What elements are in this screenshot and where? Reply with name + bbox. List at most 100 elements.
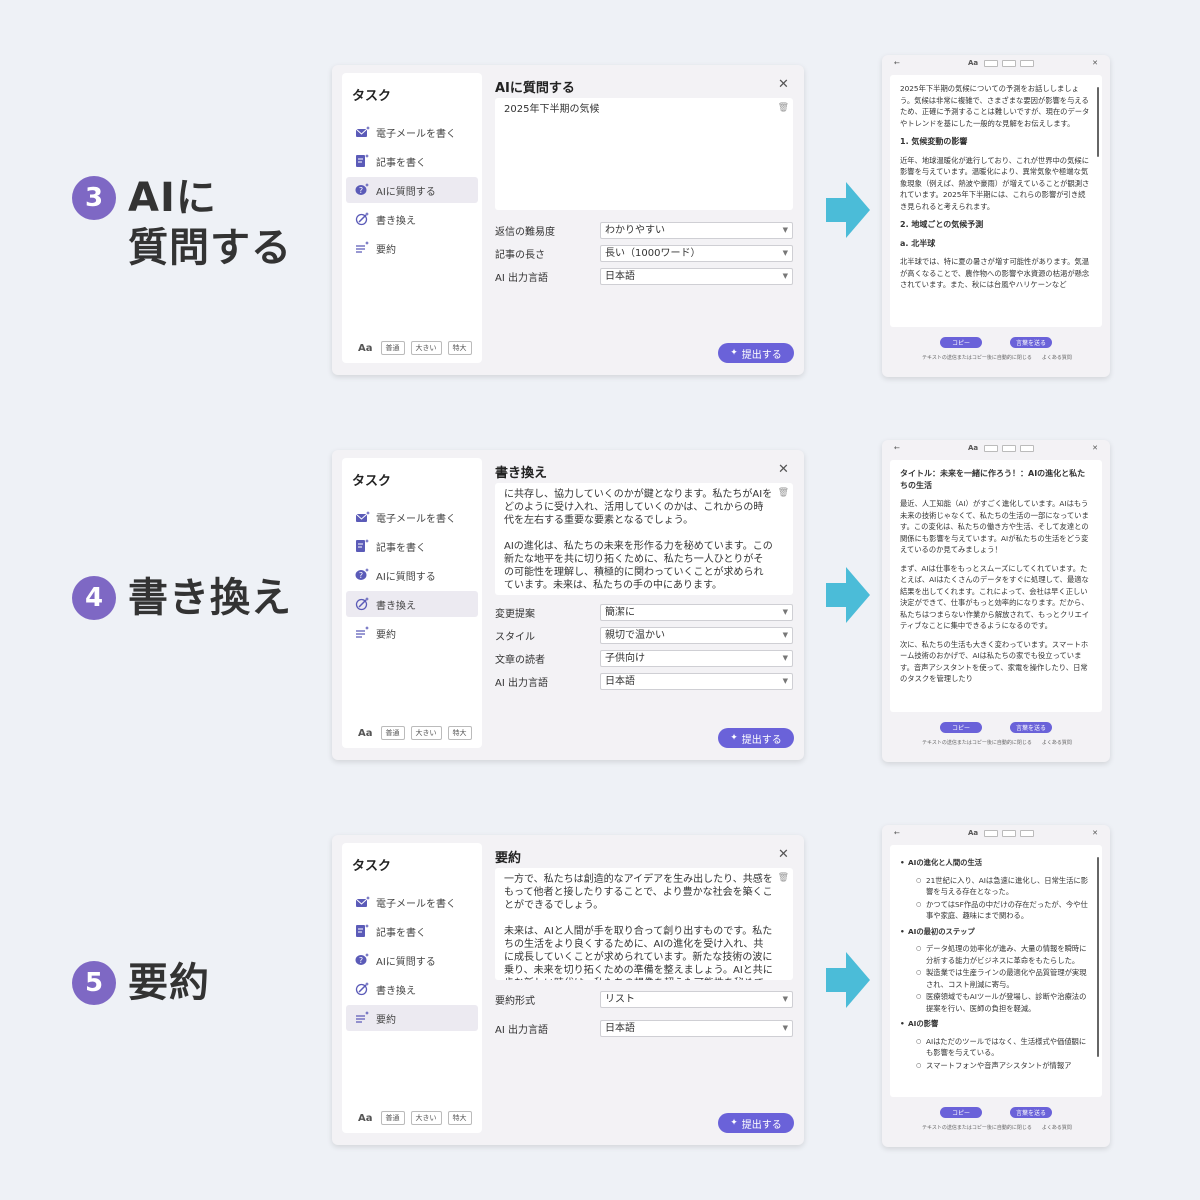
font-size-xlarge-button[interactable]: [1020, 60, 1034, 67]
summary-icon: [354, 1011, 370, 1025]
option-field: 要約形式 リスト ▼: [495, 985, 793, 1014]
font-size-large-button[interactable]: 大きい: [410, 341, 442, 355]
font-size-normal-button[interactable]: 普通: [380, 341, 405, 355]
font-size-normal-button[interactable]: 普通: [380, 1111, 405, 1125]
sidebar-item-rewrite[interactable]: 書き換え: [346, 206, 478, 232]
close-icon[interactable]: ✕: [778, 77, 789, 92]
close-icon[interactable]: ✕: [778, 462, 789, 477]
close-icon[interactable]: ✕: [1092, 59, 1098, 67]
prompt-input[interactable]: 🗑 2025年下半期の気候: [495, 98, 793, 210]
arrow-right-icon: [826, 182, 870, 238]
trash-icon[interactable]: 🗑: [778, 102, 789, 115]
sidebar-item-ask-ai[interactable]: ? AIに質問する: [346, 562, 478, 588]
task-sidebar: タスク 電子メールを書く 記事を書く ? AIに質問する 書き換え 要約 Aa …: [342, 458, 482, 748]
sidebar-item-rewrite[interactable]: 書き換え: [346, 591, 478, 617]
option-select[interactable]: わかりやすい ▼: [600, 222, 793, 239]
option-select[interactable]: 簡潔に ▼: [600, 604, 793, 621]
sidebar-item-email[interactable]: 電子メールを書く: [346, 889, 478, 915]
list-item: AIの進化と人間の生活: [900, 857, 1090, 869]
option-select[interactable]: 親切で温かい ▼: [600, 627, 793, 644]
font-size-normal-button[interactable]: 普通: [380, 726, 405, 740]
back-arrow-icon[interactable]: ←: [894, 59, 900, 67]
submit-button[interactable]: ✦ 提出する: [718, 343, 794, 363]
summary-icon: [354, 626, 370, 640]
font-size-large-button[interactable]: [1002, 445, 1016, 452]
sidebar-item-summary[interactable]: 要約: [346, 235, 478, 261]
sidebar-item-email[interactable]: 電子メールを書く: [346, 504, 478, 530]
scrollbar[interactable]: [1097, 87, 1099, 157]
insert-button[interactable]: 言葉を送る: [1010, 1107, 1052, 1118]
arrow-right-icon: [826, 952, 870, 1008]
font-size-normal-button[interactable]: [984, 445, 998, 452]
result-text: AIの進化と人間の生活 21世紀に入り、AIは急速に進化し、日常生活に影響を与え…: [890, 845, 1102, 1097]
result-actions: コピー 言葉を送る: [882, 337, 1110, 348]
list-item: AIの影響: [900, 1018, 1090, 1030]
source-text-input[interactable]: 🗑 に共存し、協力していくのかが鍵となります。私たちがAIをどのように受け入れ、…: [495, 483, 793, 595]
close-icon[interactable]: ✕: [778, 847, 789, 862]
result-text: 2025年下半期の気候についての予測をお話ししましょう。気候は非常に複雑で、さま…: [890, 75, 1102, 327]
copy-button[interactable]: コピー: [940, 1107, 982, 1118]
option-select[interactable]: 日本語 ▼: [600, 268, 793, 285]
copy-button[interactable]: コピー: [940, 337, 982, 348]
sidebar-item-email[interactable]: 電子メールを書く: [346, 119, 478, 145]
trash-icon[interactable]: 🗑: [778, 487, 789, 500]
source-text-input[interactable]: 🗑 一方で、私たちは創造的なアイデアを生み出したり、共感をもって他者と接したりす…: [495, 868, 793, 980]
back-arrow-icon[interactable]: ←: [894, 444, 900, 452]
font-size-large-button[interactable]: [1002, 60, 1016, 67]
insert-button[interactable]: 言葉を送る: [1010, 722, 1052, 733]
back-arrow-icon[interactable]: ←: [894, 829, 900, 837]
sidebar-item-article[interactable]: 記事を書く: [346, 148, 478, 174]
sidebar-item-label: 電子メールを書く: [376, 513, 456, 525]
option-select[interactable]: 子供向け ▼: [600, 650, 793, 667]
submit-button[interactable]: ✦ 提出する: [718, 1113, 794, 1133]
step-heading: 5 要約: [72, 958, 210, 1008]
font-size-normal-button[interactable]: [984, 830, 998, 837]
insert-button[interactable]: 言葉を送る: [1010, 337, 1052, 348]
font-size-xlarge-button[interactable]: [1020, 830, 1034, 837]
option-select[interactable]: 日本語 ▼: [600, 1020, 793, 1037]
task-window: タスク 電子メールを書く 記事を書く ? AIに質問する 書き換え 要約 Aa …: [332, 835, 804, 1145]
sidebar-item-article[interactable]: 記事を書く: [346, 918, 478, 944]
step-heading: 3 AIに 質問する: [72, 173, 292, 273]
submit-button[interactable]: ✦ 提出する: [718, 728, 794, 748]
close-icon[interactable]: ✕: [1092, 444, 1098, 452]
sidebar-item-summary[interactable]: 要約: [346, 620, 478, 646]
trash-icon[interactable]: 🗑: [778, 872, 789, 885]
option-select[interactable]: リスト ▼: [600, 991, 793, 1008]
sidebar-item-label: AIに質問する: [376, 571, 436, 583]
sidebar-item-summary[interactable]: 要約: [346, 1005, 478, 1031]
option-select[interactable]: 長い（1000ワード） ▼: [600, 245, 793, 262]
font-size-xlarge-button[interactable]: 特大: [447, 726, 472, 740]
chevron-down-icon: ▼: [782, 272, 788, 280]
font-size-xlarge-button[interactable]: [1020, 445, 1034, 452]
sidebar-item-label: 記事を書く: [376, 157, 426, 169]
close-icon[interactable]: ✕: [1092, 829, 1098, 837]
document-edit-icon: [354, 539, 370, 553]
task-sidebar: タスク 電子メールを書く 記事を書く ? AIに質問する 書き換え 要約 Aa …: [342, 843, 482, 1133]
sidebar-item-label: 書き換え: [376, 985, 416, 997]
result-note: テキストの送信またはコピー後に自動的に閉じる よくある質問: [922, 355, 1072, 361]
font-size-xlarge-button[interactable]: 特大: [447, 341, 472, 355]
panel-title: AIに質問する: [495, 81, 575, 96]
sidebar-item-ask-ai[interactable]: ? AIに質問する: [346, 947, 478, 973]
chat-question-icon: ?: [354, 568, 370, 582]
list-item: データ処理の効率化が進み、大量の情報を瞬時に分析する能力がビジネスに革命をもたら…: [900, 943, 1090, 966]
scrollbar[interactable]: [1097, 857, 1099, 1057]
chevron-down-icon: ▼: [782, 631, 788, 639]
sidebar-item-article[interactable]: 記事を書く: [346, 533, 478, 559]
list-item: AIはただのツールではなく、生活様式や価値観にも影響を与えている。: [900, 1036, 1090, 1059]
font-size-large-button[interactable]: 大きい: [410, 1111, 442, 1125]
font-size-xlarge-button[interactable]: 特大: [447, 1111, 472, 1125]
font-size-large-button[interactable]: [1002, 830, 1016, 837]
sidebar-item-rewrite[interactable]: 書き換え: [346, 976, 478, 1002]
font-size-large-button[interactable]: 大きい: [410, 726, 442, 740]
sidebar-item-ask-ai[interactable]: ? AIに質問する: [346, 177, 478, 203]
chevron-down-icon: ▼: [782, 677, 788, 685]
copy-button[interactable]: コピー: [940, 722, 982, 733]
list-item: かつてはSF作品の中だけの存在だったが、今や仕事や家庭、趣味にまで関わる。: [900, 899, 1090, 922]
option-field: AI 出力言語 日本語 ▼: [495, 670, 793, 693]
svg-text:?: ?: [359, 571, 363, 580]
option-select[interactable]: 日本語 ▼: [600, 673, 793, 690]
chevron-down-icon: ▼: [782, 608, 788, 616]
font-size-normal-button[interactable]: [984, 60, 998, 67]
